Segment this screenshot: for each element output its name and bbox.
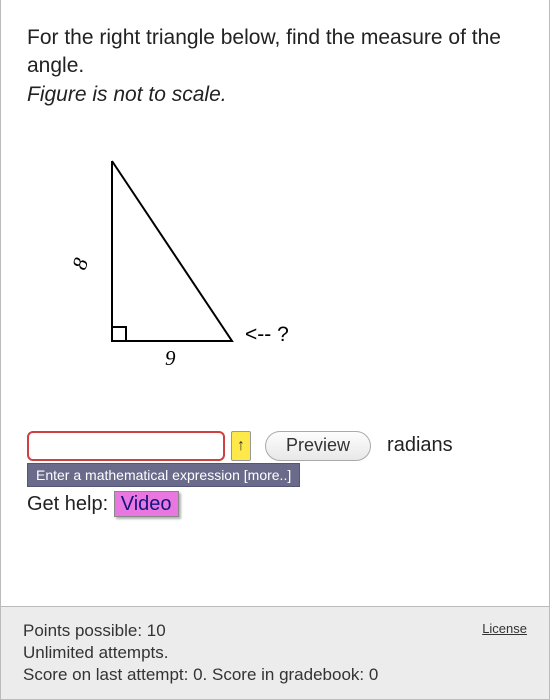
triangle-svg: 8 9 <-- ?	[27, 131, 347, 401]
unit-label: radians	[387, 434, 453, 457]
help-label: Get help:	[27, 493, 108, 515]
help-row: Get help: Video	[27, 493, 523, 516]
question-prompt: For the right triangle below, find the m…	[27, 24, 523, 81]
video-link[interactable]: Video	[114, 491, 179, 517]
preview-button[interactable]: Preview	[265, 431, 371, 461]
angle-marker: <-- ?	[245, 323, 289, 346]
points-possible: Points possible: 10	[23, 621, 527, 641]
attempts-info: Unlimited attempts.	[23, 643, 527, 663]
input-tooltip[interactable]: Enter a mathematical expression [more..]	[27, 463, 300, 487]
arrow-up-icon: ↑	[237, 437, 245, 455]
figure-note: Figure is not to scale.	[27, 83, 523, 107]
question-area: For the right triangle below, find the m…	[1, 0, 549, 606]
tooltip-row: Enter a mathematical expression [more..]	[27, 461, 523, 487]
submit-arrow-button[interactable]: ↑	[231, 431, 251, 461]
side-vertical-label: 8	[67, 254, 93, 272]
triangle-figure: 8 9 <-- ?	[27, 131, 347, 401]
license-link[interactable]: License	[482, 621, 527, 636]
answer-input[interactable]	[27, 431, 225, 461]
side-horizontal-label: 9	[165, 346, 176, 370]
answer-row: ↑ Preview radians	[27, 431, 523, 461]
score-info: Score on last attempt: 0. Score in grade…	[23, 665, 527, 685]
question-container: For the right triangle below, find the m…	[0, 0, 550, 700]
footer: License Points possible: 10 Unlimited at…	[1, 606, 549, 699]
